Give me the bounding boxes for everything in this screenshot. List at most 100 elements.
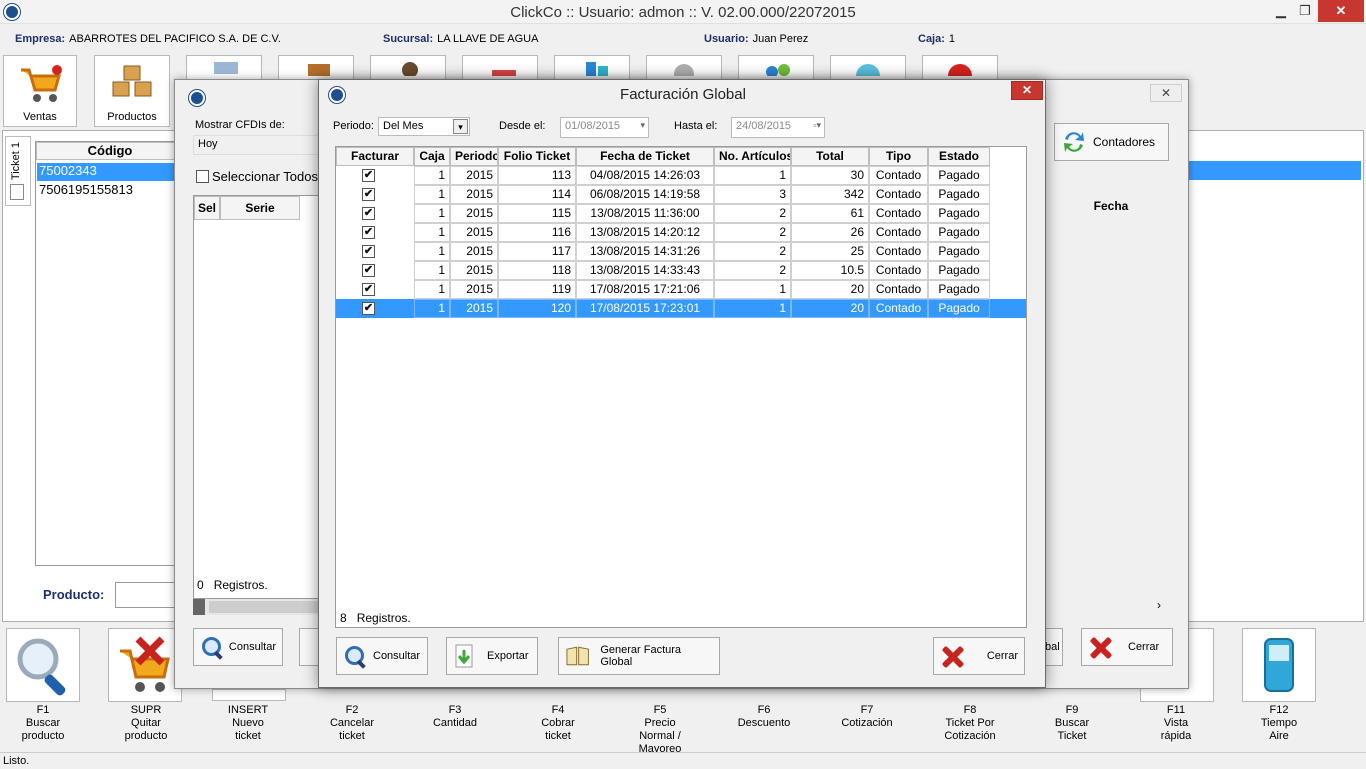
close-button[interactable]: ✕ bbox=[1318, 0, 1364, 22]
facturar-checkbox[interactable]: ✔ bbox=[362, 207, 375, 220]
mostrar-cfdis-select[interactable]: Hoy bbox=[193, 135, 321, 155]
fkey-label-f4[interactable]: F4 Cobrar ticket bbox=[508, 704, 608, 743]
table-row[interactable]: ✔ 1 2015 113 04/08/2015 14:26:03 1 30 Contado Pa… bbox=[336, 166, 1026, 185]
tickets-grid[interactable]: Facturar Caja Periodo Folio Ticket Fecha de … bbox=[335, 146, 1027, 628]
table-row[interactable]: 7506195155813 bbox=[37, 182, 183, 200]
fecha-header: Fecha bbox=[1093, 199, 1129, 213]
fkey-label-f3[interactable]: F3 Cantidad bbox=[405, 704, 505, 730]
toolbar-button-4[interactable] bbox=[278, 55, 354, 81]
table-row[interactable]: 75002343 bbox=[37, 163, 183, 181]
tiempo-aire-button[interactable] bbox=[1242, 628, 1316, 702]
cfdi-cerrar-button[interactable]: Cerrar bbox=[1081, 628, 1173, 666]
cell-periodo: 2015 bbox=[450, 280, 498, 299]
header-caja[interactable]: Caja bbox=[414, 147, 450, 166]
toolbar-button-7[interactable] bbox=[554, 55, 630, 81]
scroll-left-arrow[interactable] bbox=[193, 599, 205, 615]
contadores-button[interactable]: Contadores bbox=[1054, 123, 1169, 161]
toolbar-button-6[interactable] bbox=[462, 55, 538, 81]
dialog-close-button[interactable]: ✕ bbox=[1011, 81, 1043, 100]
facturar-checkbox[interactable]: ✔ bbox=[362, 283, 375, 296]
header-fecha-ticket[interactable]: Fecha de Ticket bbox=[576, 147, 714, 166]
toolbar-button-10[interactable] bbox=[830, 55, 906, 88]
cell-fecha-ticket: 17/08/2015 17:21:06 bbox=[576, 280, 714, 299]
scroll-right-arrow[interactable]: › bbox=[1157, 598, 1161, 612]
cfdi-window-icon bbox=[189, 90, 205, 106]
scroll-thumb[interactable] bbox=[209, 601, 319, 613]
table-row[interactable]: ✔ 1 2015 120 17/08/2015 17:23:01 1 20 Contado Pa… bbox=[336, 299, 1026, 318]
seleccionar-todos-checkbox[interactable] bbox=[196, 170, 209, 183]
fkey-label-supr[interactable]: SUPR Quitar producto bbox=[96, 704, 196, 743]
facturar-checkbox[interactable]: ✔ bbox=[362, 226, 375, 239]
toolbar-button-9[interactable] bbox=[738, 55, 814, 81]
facturar-checkbox[interactable]: ✔ bbox=[362, 169, 375, 182]
periodo-value: Del Mes bbox=[383, 120, 424, 132]
table-row[interactable]: ✔ 1 2015 118 13/08/2015 14:33:43 2 10.5 Contado… bbox=[336, 261, 1026, 280]
maximize-button[interactable]: ❐ bbox=[1288, 0, 1322, 22]
calendar-icon[interactable]: ▫▾ bbox=[813, 120, 821, 131]
cell-periodo: 2015 bbox=[450, 204, 498, 223]
facturar-checkbox[interactable]: ✔ bbox=[362, 264, 375, 277]
consultar-label: Consultar bbox=[373, 650, 421, 662]
fkey-key: F9 bbox=[1065, 704, 1079, 716]
chevron-down-icon[interactable]: ▾ bbox=[640, 120, 645, 131]
facturar-checkbox[interactable]: ✔ bbox=[362, 188, 375, 201]
fkey-label-f1[interactable]: F1 Buscar producto bbox=[0, 704, 93, 743]
ventas-button[interactable]: Ventas bbox=[3, 55, 77, 127]
fkey-label-f12[interactable]: F12 Tiempo Aire bbox=[1229, 704, 1329, 743]
periodo-select[interactable]: Del Mes ▾ bbox=[378, 117, 470, 136]
header-folio-ticket[interactable]: Folio Ticket bbox=[498, 147, 576, 166]
consultar-button[interactable]: Consultar bbox=[336, 637, 428, 675]
close-x-icon bbox=[1088, 635, 1112, 659]
toolbar-button-8[interactable] bbox=[646, 55, 722, 84]
fkey-label-f7[interactable]: F7 Cotización bbox=[817, 704, 917, 730]
producto-input[interactable] bbox=[115, 582, 180, 608]
cfdi-consultar-button[interactable]: Consultar bbox=[193, 628, 283, 666]
cell-no-articulos: 1 bbox=[714, 280, 791, 299]
cerrar-button[interactable]: Cerrar bbox=[933, 637, 1025, 675]
fkey-action: Quitar producto bbox=[124, 717, 168, 742]
hasta-date-input[interactable]: 24/08/2015 ▫▾ bbox=[731, 117, 825, 138]
buscar-producto-button[interactable] bbox=[6, 628, 80, 702]
fkey-label-f5[interactable]: F5 Precio Normal / Mayoreo bbox=[610, 704, 710, 756]
fkey-action: Cotización bbox=[841, 717, 893, 729]
productos-button[interactable]: Productos bbox=[94, 55, 170, 127]
cfdi-hscrollbar[interactable] bbox=[193, 599, 320, 615]
table-row[interactable]: ✔ 1 2015 119 17/08/2015 17:21:06 1 20 Contado Pa… bbox=[336, 280, 1026, 299]
printer-icon bbox=[214, 62, 238, 74]
header-tipo[interactable]: Tipo bbox=[869, 147, 928, 166]
header-no-articulos[interactable]: No. Artículos bbox=[714, 147, 791, 166]
ticket-product-grid[interactable]: Código 75002343 7506195155813 bbox=[35, 141, 185, 566]
fkey-label-f8[interactable]: F8 Ticket Por Cotización bbox=[920, 704, 1020, 743]
table-row[interactable]: ✔ 1 2015 117 13/08/2015 14:31:26 2 25 Contado Pa… bbox=[336, 242, 1026, 261]
desde-date-input[interactable]: 01/08/2015 ▾ bbox=[560, 117, 649, 138]
header-periodo[interactable]: Periodo bbox=[450, 147, 498, 166]
chevron-down-icon[interactable]: ▾ bbox=[453, 119, 468, 134]
header-facturar[interactable]: Facturar bbox=[336, 147, 414, 166]
generar-factura-global-button[interactable]: Generar Factura Global bbox=[558, 637, 720, 675]
table-row[interactable]: ✔ 1 2015 114 06/08/2015 14:19:58 3 342 Contado P… bbox=[336, 185, 1026, 204]
fkey-label-f6[interactable]: F6 Descuento bbox=[714, 704, 814, 730]
toolbar-button-11[interactable] bbox=[922, 55, 998, 88]
fkey-label-f2[interactable]: F2 Cancelar ticket bbox=[302, 704, 402, 743]
exportar-button[interactable]: Exportar bbox=[446, 637, 538, 675]
fkey-label-f9[interactable]: F9 Buscar Ticket bbox=[1022, 704, 1122, 743]
quitar-producto-button[interactable] bbox=[108, 628, 182, 702]
header-estado[interactable]: Estado bbox=[928, 147, 990, 166]
fkey-label-insert[interactable]: INSERT Nuevo ticket bbox=[198, 704, 298, 743]
fkey-key: SUPR bbox=[130, 704, 162, 716]
header-total[interactable]: Total bbox=[791, 147, 869, 166]
toolbar-button-3[interactable] bbox=[186, 55, 262, 81]
cfdi-close-button[interactable]: ✕ bbox=[1150, 84, 1182, 102]
toolbar-button-5[interactable] bbox=[370, 55, 446, 81]
nuevo-ticket-button[interactable] bbox=[212, 689, 286, 701]
document-icon bbox=[10, 184, 24, 200]
cfdi-generar-button[interactable]: bal bbox=[1045, 628, 1063, 666]
facturar-checkbox[interactable]: ✔ bbox=[362, 302, 375, 315]
fkey-label-f11[interactable]: F11 Vista rápida bbox=[1126, 704, 1226, 743]
cfdi-grid[interactable]: Sel Serie bbox=[193, 195, 320, 599]
cell-estado: Pagado bbox=[928, 242, 990, 261]
table-row[interactable]: ✔ 1 2015 115 13/08/2015 11:36:00 2 61 Contado Pa… bbox=[336, 204, 1026, 223]
facturar-checkbox[interactable]: ✔ bbox=[362, 245, 375, 258]
cell-no-articulos: 2 bbox=[714, 242, 791, 261]
table-row[interactable]: ✔ 1 2015 116 13/08/2015 14:20:12 2 26 Contado Pa… bbox=[336, 223, 1026, 242]
